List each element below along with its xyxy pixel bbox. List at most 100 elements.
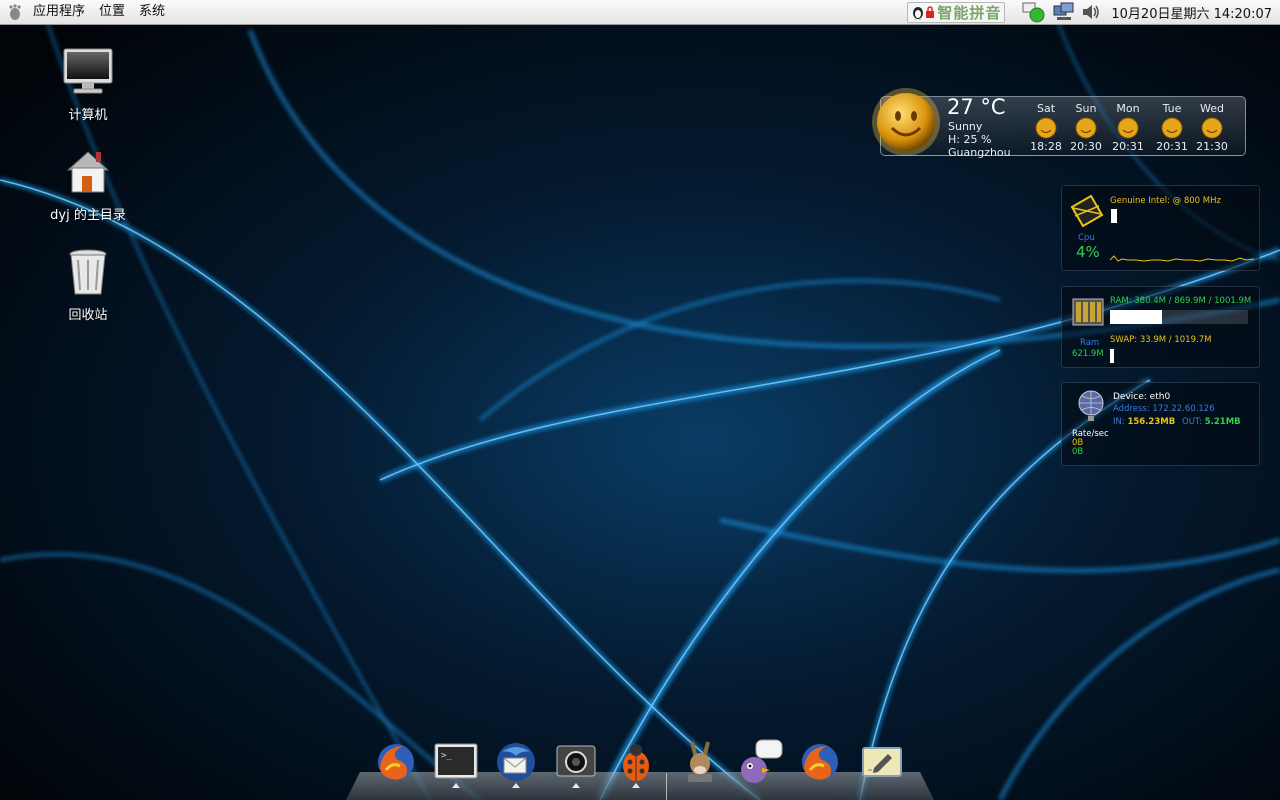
- firefox-icon: [802, 744, 838, 780]
- svg-text:>_: >_: [441, 751, 452, 761]
- weather-city: Guangzhou: [948, 146, 1011, 159]
- network-address: Address: 172.22.60.126: [1113, 404, 1215, 414]
- dock-separator: [666, 773, 667, 800]
- menu-system[interactable]: 系统: [132, 0, 172, 24]
- dock-running-indicator: [572, 783, 580, 788]
- cpu-history-graph: [1110, 255, 1254, 262]
- forecast-day: Mon 20:31: [1108, 103, 1148, 153]
- sunny-icon: [1035, 117, 1057, 139]
- dock-item-firefox-2[interactable]: [796, 738, 844, 786]
- forecast-day-name: Sun: [1075, 102, 1097, 115]
- forecast-day: Tue 20:31: [1152, 103, 1192, 153]
- network-in-label: IN:: [1113, 417, 1125, 427]
- home-folder-icon: [66, 151, 110, 193]
- dock-item-firefox[interactable]: [372, 738, 420, 786]
- network-rate-out: 0B: [1072, 447, 1084, 457]
- foot-logo-icon[interactable]: [6, 3, 24, 21]
- volume-icon[interactable]: [1081, 3, 1101, 21]
- desktop-icon-home[interactable]: dyj 的主目录: [38, 146, 138, 223]
- dock-item-amule[interactable]: [676, 738, 724, 786]
- dock-running-indicator: [632, 783, 640, 788]
- desktop-icon-computer[interactable]: 计算机: [38, 46, 138, 123]
- desktop-icon-label: dyj 的主目录: [50, 208, 126, 223]
- ime-label: 智能拼音: [937, 3, 1002, 22]
- cpu-usage: 4%: [1076, 243, 1100, 261]
- forecast-day-name: Wed: [1200, 102, 1224, 115]
- dock-item-pidgin[interactable]: [736, 738, 784, 786]
- thunderbird-icon: [497, 743, 535, 781]
- forecast-time: 21:30: [1196, 140, 1228, 153]
- network-device: Device: eth0: [1113, 392, 1171, 402]
- top-panel: 应用程序 位置 系统 智能拼音 10月20日星期六 14:20:07: [0, 0, 1280, 25]
- network-out-label: OUT:: [1182, 417, 1203, 427]
- sunny-icon: [1201, 117, 1223, 139]
- dock-item-bug-reporter[interactable]: [612, 738, 660, 786]
- dock-item-thunderbird[interactable]: [492, 738, 540, 786]
- computer-icon: [63, 48, 113, 94]
- penguin-icon: [913, 7, 924, 20]
- weather-condition: Sunny: [948, 120, 983, 133]
- dock-item-text-editor[interactable]: [858, 738, 906, 786]
- sunny-icon: [1161, 117, 1183, 139]
- network-monitor: Device: eth0 Address: 172.22.60.126 IN: …: [1061, 382, 1260, 466]
- network-in: IN: 156.23MB: [1113, 417, 1175, 427]
- forecast-day-name: Tue: [1162, 102, 1182, 115]
- trash-icon: [69, 249, 107, 295]
- clock[interactable]: 10月20日星期六 14:20:07: [1111, 3, 1272, 22]
- forecast-day: Sat 18:28: [1026, 103, 1066, 153]
- network-out-value: 5.21MB: [1204, 417, 1241, 427]
- ram-chip-icon: [1072, 298, 1104, 326]
- network-globe-icon: [1078, 390, 1104, 421]
- sunny-icon: [1075, 117, 1097, 139]
- weather-temperature: 27 °C: [947, 95, 1006, 119]
- cpu-monitor: Genuine Intel: @ 800 MHz Cpu 4%: [1061, 185, 1260, 271]
- ladybug-icon: [623, 744, 649, 781]
- forecast-day-name: Mon: [1116, 102, 1140, 115]
- input-method-indicator[interactable]: 智能拼音: [907, 1, 1006, 23]
- forecast-time: 20:31: [1112, 140, 1144, 153]
- dock-item-screenshot[interactable]: [552, 738, 600, 786]
- cpu-label: Cpu: [1078, 233, 1095, 243]
- ram-bar-fill: [1110, 310, 1163, 324]
- network-in-value: 156.23MB: [1127, 417, 1176, 427]
- forecast-time: 20:31: [1156, 140, 1188, 153]
- ram-bar-track: [1110, 310, 1248, 324]
- forecast-time: 18:28: [1030, 140, 1062, 153]
- network-out: OUT: 5.21MB: [1182, 417, 1241, 427]
- dock-running-indicator: [512, 783, 520, 788]
- cpu-chip-icon: [1070, 194, 1104, 228]
- sunny-icon: [1117, 117, 1139, 139]
- forecast-day-name: Sat: [1036, 102, 1056, 115]
- forecast-day: Sun 20:30: [1066, 103, 1106, 153]
- pidgin-icon: [741, 739, 783, 783]
- menu-places[interactable]: 位置: [92, 0, 132, 24]
- dock-running-indicator: [452, 783, 460, 788]
- text-editor-icon: [862, 747, 902, 777]
- menu-applications[interactable]: 应用程序: [26, 0, 92, 24]
- desktop-icon-label: 回收站: [68, 308, 108, 323]
- swap-usage-bar: [1110, 349, 1114, 363]
- forecast-day: Wed 21:30: [1192, 103, 1232, 153]
- lock-icon: [926, 6, 935, 18]
- firefox-icon: [378, 744, 414, 780]
- screenshot-icon: [556, 745, 596, 777]
- ram-usage-text: RAM: 380.4M / 869.9M / 1001.9M: [1110, 296, 1252, 306]
- network-icon[interactable]: [1021, 1, 1047, 23]
- forecast-time: 20:30: [1070, 140, 1102, 153]
- terminal-icon: >_: [434, 743, 478, 779]
- amule-donkey-icon: [688, 741, 712, 782]
- dock-item-terminal[interactable]: >_: [432, 738, 480, 786]
- desktop-icon-label: 计算机: [68, 108, 108, 123]
- sunny-icon: [872, 88, 940, 156]
- weather-widget[interactable]: 27 °C Sunny H: 25 % Guangzhou Sat 18:28 …: [870, 86, 1254, 162]
- panel-right-area: 智能拼音 10月20日星期六 14:20:07: [907, 0, 1280, 24]
- weather-humidity: H: 25 %: [948, 133, 992, 146]
- cpu-model: Genuine Intel: @ 800 MHz: [1110, 196, 1221, 206]
- ram-value: 621.9M: [1072, 349, 1104, 359]
- cpu-usage-bar: [1111, 209, 1117, 223]
- memory-monitor: RAM: 380.4M / 869.9M / 1001.9M SWAP: 33.…: [1061, 286, 1260, 368]
- desktop-icon-trash[interactable]: 回收站: [38, 246, 138, 323]
- ram-label: Ram: [1080, 338, 1100, 348]
- display-icon[interactable]: [1053, 2, 1075, 22]
- swap-usage-text: SWAP: 33.9M / 1019.7M: [1110, 335, 1212, 345]
